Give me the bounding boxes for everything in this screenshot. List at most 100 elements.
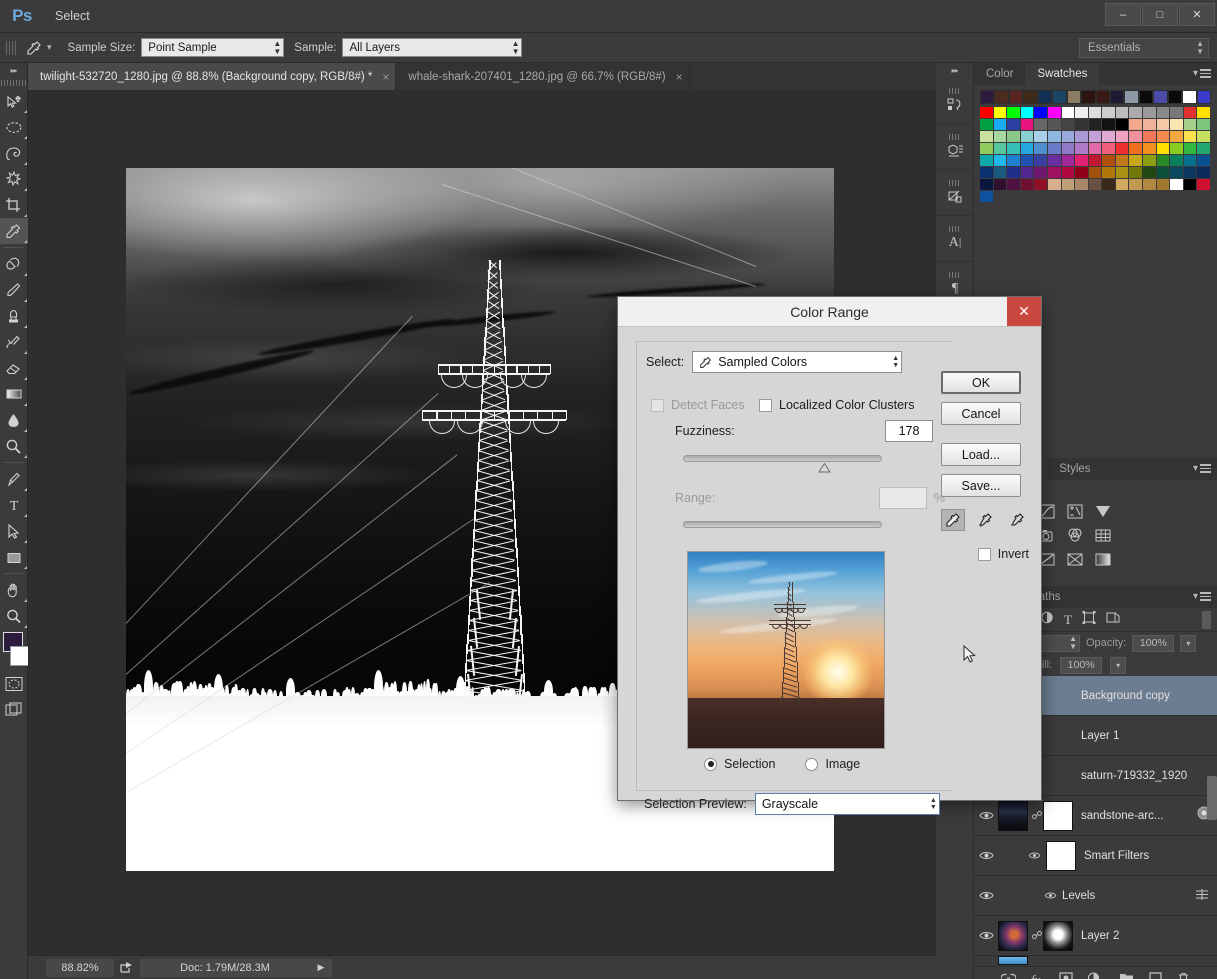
color-swatch[interactable] [993,155,1008,167]
share-icon[interactable] [114,959,140,977]
history-brush-tool[interactable] [0,329,28,355]
recent-color-swatch[interactable] [1023,90,1038,104]
fuzziness-slider[interactable] [683,455,882,473]
recent-color-swatch[interactable] [1182,90,1197,104]
zoom-tool[interactable] [0,603,28,629]
color-swatch[interactable] [1075,119,1089,131]
eyedropper-tool[interactable] [0,218,28,244]
color-swatch[interactable] [1061,119,1076,131]
vibrance-icon[interactable] [1094,502,1112,520]
eyedropper-add-icon[interactable] [973,509,997,531]
document-tab[interactable]: whale-shark-207401_1280.jpg @ 66.7% (RGB… [396,63,690,90]
screen-mode-icon[interactable] [0,697,28,723]
minimize-button[interactable]: – [1105,3,1141,26]
color-swatch[interactable] [1034,143,1048,155]
color-swatch[interactable] [1102,131,1116,143]
selection-preview-thumbnail[interactable] [687,551,885,749]
color-swatch[interactable] [1170,155,1184,167]
layer-row[interactable]: Levels [974,876,1217,916]
recent-color-swatch[interactable] [1095,90,1110,104]
document-tab[interactable]: twilight-532720_1280.jpg @ 88.8% (Backgr… [28,63,397,90]
tab-swatches[interactable]: Swatches [1025,63,1100,85]
tab-color[interactable]: Color [974,63,1026,85]
color-swatch[interactable] [1102,155,1116,167]
color-swatch[interactable] [1129,167,1144,179]
color-swatch[interactable] [1129,155,1144,167]
color-swatch[interactable] [1047,107,1062,119]
new-group-icon[interactable] [1119,972,1134,979]
color-swatch[interactable] [1061,131,1076,143]
sample-size-select[interactable]: Point Sample ▲ ▼ [141,38,285,57]
color-swatch[interactable] [1088,119,1103,131]
document-tab-close-icon[interactable]: × [676,70,683,84]
color-swatch[interactable] [1088,131,1103,143]
layer-mask-thumbnail[interactable] [1043,920,1073,951]
delete-layer-icon[interactable] [1177,972,1190,979]
color-swatch[interactable] [1020,119,1035,131]
color-swatch[interactable] [1115,167,1130,179]
color-range-dialog[interactable]: Color Range ✕ Select: Sampled Colors ▲ ▼ … [617,296,1042,815]
gradient-tool[interactable] [0,381,28,407]
layer-visibility-toggle[interactable] [1038,891,1062,900]
layer-filter-toggle[interactable] [1202,610,1211,629]
invert-icon[interactable] [1066,550,1084,568]
recent-color-swatch[interactable] [1037,90,1053,104]
color-swatch[interactable] [1020,131,1035,143]
panel-menu-icon[interactable]: ▾ [1193,68,1211,79]
select-dropdown[interactable]: Sampled Colors ▲ ▼ [692,351,903,373]
add-mask-icon[interactable] [1058,972,1073,979]
color-swatch[interactable] [1034,179,1048,191]
layer-row[interactable]: ☍ sandstone-arc... [974,796,1217,836]
fuzziness-input[interactable]: 178 [885,420,933,442]
layer-visibility-toggle[interactable] [974,930,998,941]
save-button[interactable]: Save... [941,474,1021,497]
character-icon[interactable]: A| [936,216,974,262]
menu-select[interactable]: Select [44,0,110,33]
adjustment-filter-icon[interactable] [1040,611,1054,629]
color-swatch[interactable] [1170,119,1184,131]
rectangle-tool[interactable] [0,544,28,570]
color-swatch[interactable] [1102,143,1116,155]
color-swatch[interactable] [1075,155,1089,167]
recent-color-swatch[interactable] [1138,90,1154,104]
color-swatch[interactable] [980,131,994,143]
dialog-title-bar[interactable]: Color Range ✕ [618,297,1041,327]
color-swatch[interactable] [980,107,994,119]
color-swatch[interactable] [1115,119,1130,131]
layer-row[interactable]: ☍ Layer 2 [974,916,1217,956]
color-swatch[interactable] [1183,119,1198,131]
workspace-selector[interactable]: Essentials ▲ ▼ [1079,38,1209,58]
color-swatch[interactable] [1143,167,1157,179]
panel-menu-icon[interactable]: ▾ [1193,463,1211,474]
layer-thumbnail[interactable] [998,920,1028,951]
color-swatch[interactable] [1197,119,1211,131]
toolbar-collapse-button[interactable]: ▸▸ [0,63,27,78]
color-swatch[interactable] [1047,119,1062,131]
color-swatch[interactable] [1129,107,1144,119]
color-swatch[interactable] [1061,107,1076,119]
fuzziness-slider-thumb[interactable] [818,460,832,473]
eyedropper-subtract-icon[interactable] [1005,509,1029,531]
layer-visibility-toggle[interactable] [974,810,998,821]
fill-chevron-icon[interactable]: ▾ [1110,656,1127,674]
color-swatch[interactable] [1034,119,1048,131]
eyedropper-icon[interactable] [941,509,965,531]
cancel-button[interactable]: Cancel [941,402,1021,425]
color-swatch[interactable] [1020,167,1035,179]
swatch-grid[interactable] [980,107,1211,203]
dock-collapse-button[interactable]: ▸▸ [936,63,973,78]
hand-tool[interactable] [0,577,28,603]
fx-icon[interactable]: fx▾ [1031,972,1044,979]
type-filter-icon[interactable]: T [1064,611,1072,629]
color-swatch[interactable] [1088,179,1103,191]
color-swatch[interactable] [1115,107,1130,119]
color-swatch[interactable] [1156,143,1171,155]
color-swatch[interactable] [980,167,994,179]
color-swatch[interactable] [1170,167,1184,179]
color-swatch[interactable] [1102,119,1116,131]
opacity-value[interactable]: 100% [1132,634,1175,652]
status-expand-arrow-icon[interactable]: ▶ [310,958,332,977]
sample-select[interactable]: All Layers ▲ ▼ [342,38,523,57]
horizontal-type-tool[interactable]: T [0,492,28,518]
close-button[interactable]: ✕ [1179,3,1215,26]
